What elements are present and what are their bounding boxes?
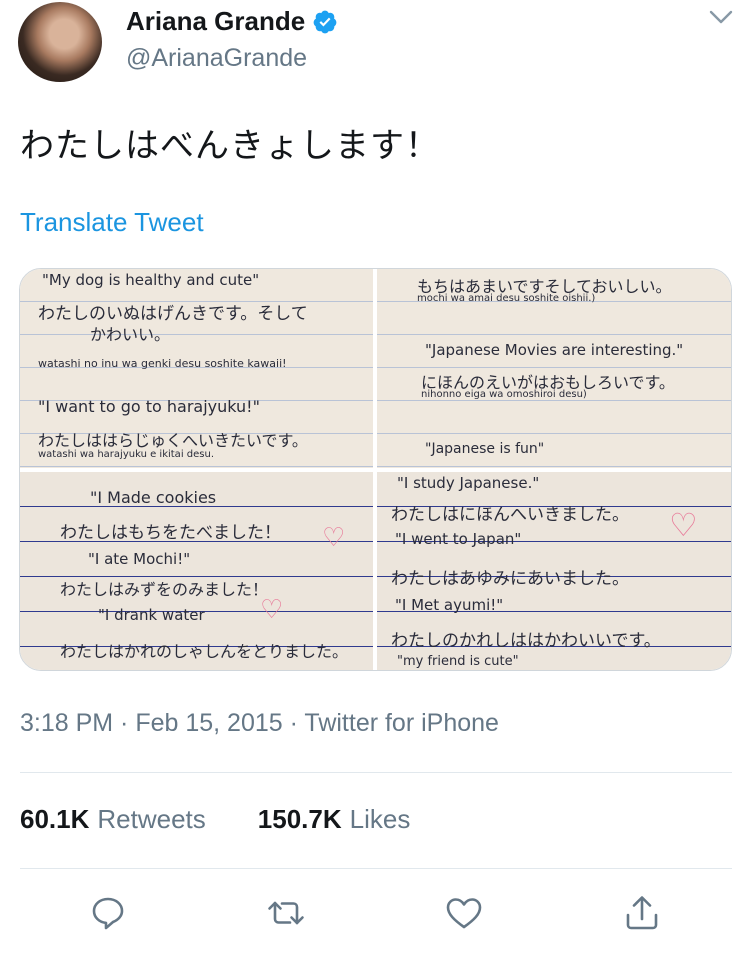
note-line: わたしのいぬはげんきです。そして: [38, 304, 308, 324]
note-line: "My dog is healthy and cute": [42, 271, 260, 289]
note-line: "I went to Japan": [395, 530, 522, 548]
note-line: "I study Japanese.": [397, 474, 540, 492]
note-line: "my friend is cute": [397, 654, 519, 669]
note-line: わたしはみずをのみました！: [60, 580, 269, 599]
retweets-count: 60.1K: [20, 804, 90, 834]
photo-4[interactable]: "I study Japanese." わたしはにほんへいきました。 "I we…: [377, 472, 731, 670]
divider: [20, 772, 732, 773]
note-line: わたしははらじゅくへいきたいです。: [38, 431, 308, 450]
note-line: "I Made cookies: [90, 488, 217, 507]
note-line: "I want to go to harajyuku!": [38, 397, 260, 416]
tweet-timestamp[interactable]: 3:18 PM · Feb 15, 2015 · Twitter for iPh…: [20, 709, 499, 738]
note-line: "I drank water: [98, 606, 205, 624]
avatar[interactable]: [18, 2, 102, 82]
heart-doodle-icon: ♡: [260, 594, 284, 624]
retweet-icon: [268, 901, 304, 925]
divider: [20, 868, 732, 869]
likes-label: Likes: [349, 804, 411, 834]
display-name[interactable]: Ariana Grande: [126, 6, 305, 37]
photo-3[interactable]: "I Made cookies わたしはもちをたべました！ "I ate Moc…: [20, 472, 373, 670]
tweet-text: わたしはべんきょします！: [20, 126, 440, 166]
note-line: nihonno eiga wa omoshiroi desu): [421, 389, 587, 400]
heart-doodle-icon: ♡: [322, 522, 346, 552]
retweet-button[interactable]: [266, 893, 306, 933]
user-handle[interactable]: @ArianaGrande: [126, 44, 307, 73]
photo-2[interactable]: もちはあまいですそしておいしい。 mochi wa amai desu sosh…: [377, 269, 731, 468]
likes-count: 150.7K: [257, 804, 342, 834]
reply-button[interactable]: [88, 893, 128, 933]
share-button[interactable]: [622, 893, 662, 933]
photo-grid: "My dog is healthy and cute" わたしのいぬはげんきで…: [19, 268, 732, 671]
retweets-label: Retweets: [97, 804, 206, 834]
note-line: わたしはかれのしゃしんをとりました。: [60, 642, 349, 661]
note-line: わたしはもちをたべました！: [60, 523, 281, 543]
name-row: Ariana Grande: [126, 6, 338, 37]
note-line: わたしのかれしははかわいいです。: [391, 631, 661, 651]
like-icon: [446, 898, 482, 929]
note-line: "Japanese Movies are interesting.": [425, 341, 684, 359]
note-line: "I Met ayumi!": [395, 596, 504, 614]
note-line: "Japanese is fun": [425, 441, 545, 457]
like-button[interactable]: [444, 893, 484, 933]
reply-icon: [92, 897, 124, 930]
note-line: かわいい。: [90, 325, 171, 344]
chevron-down-icon[interactable]: [708, 8, 734, 28]
photo-1[interactable]: "My dog is healthy and cute" わたしのいぬはげんきで…: [20, 269, 373, 468]
retweets-stat[interactable]: 60.1K Retweets: [20, 804, 258, 834]
note-line: watashi wa harajyuku e ikitai desu.: [38, 449, 214, 460]
note-line: "I ate Mochi!": [88, 550, 191, 568]
note-line: わたしはにほんへいきました。: [391, 505, 629, 525]
note-line: watashi no inu wa genki desu soshite kaw…: [38, 357, 287, 370]
tweet-actions: [0, 893, 750, 937]
translate-tweet-link[interactable]: Translate Tweet: [20, 207, 204, 238]
tweet-header: Ariana Grande @ArianaGrande: [18, 2, 734, 82]
heart-doodle-icon: ♡: [669, 507, 698, 543]
verified-badge-icon: [313, 10, 337, 33]
note-line: わたしはあゆみにあいました。: [391, 569, 629, 589]
note-line: mochi wa amai desu soshite oishii.): [417, 293, 596, 304]
likes-stat[interactable]: 150.7K Likes: [258, 804, 463, 834]
share-icon: [626, 896, 658, 930]
tweet-stats: 60.1K Retweets 150.7K Likes: [20, 804, 462, 835]
